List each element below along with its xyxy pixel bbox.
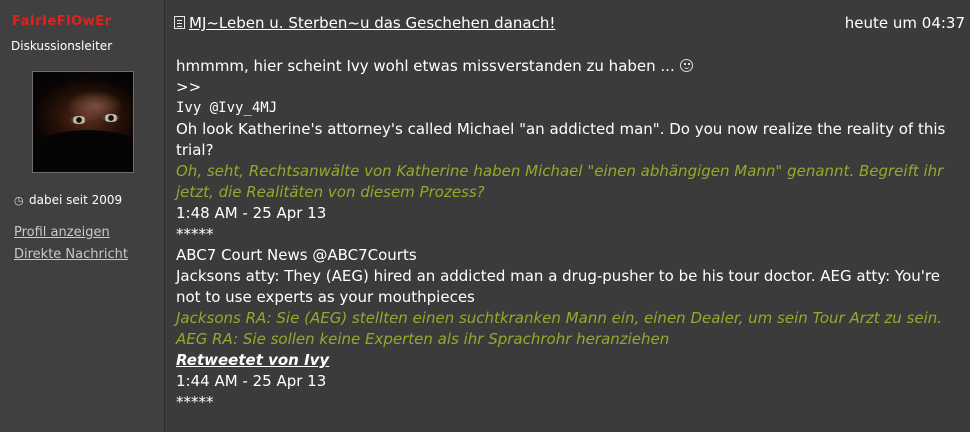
- separator: *****: [176, 393, 214, 411]
- avatar-eye: [103, 114, 119, 122]
- tweet2-text: Jacksons atty: They (AEG) hired an addic…: [176, 267, 940, 306]
- document-icon: [174, 16, 185, 29]
- separator: *****: [176, 225, 214, 243]
- tweet2-time: 1:44 AM - 25 Apr 13: [176, 372, 327, 390]
- tweet1-time: 1:48 AM - 25 Apr 13: [176, 204, 327, 222]
- quote-marker: >>: [176, 78, 202, 96]
- author-sidebar: FaIrIeFlOwEr Diskussionsleiter ◷ dabei se…: [0, 0, 165, 432]
- avatar-eye: [71, 116, 87, 124]
- direct-message-link[interactable]: Direkte Nachricht: [14, 247, 128, 262]
- avatar-hat: [33, 130, 133, 172]
- user-icon: ◷: [14, 194, 24, 207]
- member-since-text: dabei seit 2009: [29, 193, 123, 207]
- post-title-row: MJ~Leben u. Sterben~u das Geschehen dana…: [174, 14, 555, 32]
- tweet2-user: ABC7 Court News @ABC7Courts: [176, 246, 417, 264]
- tweet2-translation-1: Jacksons RA: Sie (AEG) stellten einen su…: [176, 309, 943, 327]
- intro-line: hmmmm, hier scheint Ivy wohl etwas missv…: [176, 56, 962, 77]
- smiley-icon: [679, 59, 693, 72]
- author-rank: Diskussionsleiter: [11, 39, 113, 53]
- intro-text: hmmmm, hier scheint Ivy wohl etwas missv…: [176, 57, 675, 75]
- post-content: hmmmm, hier scheint Ivy wohl etwas missv…: [176, 56, 962, 413]
- post-date: heute um 04:37: [844, 14, 965, 32]
- tweet1-translation: Oh, seht, Rechtsanwälte von Katherine ha…: [176, 162, 944, 201]
- avatar[interactable]: [32, 71, 134, 173]
- tweet1-text: Oh look Katherine's attorney's called Mi…: [176, 120, 946, 159]
- tweet1-user: Ivy @Ivy_4MJ: [176, 100, 278, 116]
- view-profile-link[interactable]: Profil anzeigen: [14, 225, 110, 240]
- author-username[interactable]: FaIrIeFlOwEr: [12, 14, 111, 29]
- post-body: MJ~Leben u. Sterben~u das Geschehen dana…: [166, 0, 970, 432]
- member-since: ◷ dabei seit 2009: [14, 193, 122, 207]
- tweet2-translation-2: AEG RA: Sie sollen keine Experten als ih…: [176, 330, 670, 348]
- retweet-label: Retweetet von Ivy: [176, 351, 330, 369]
- post-title-link[interactable]: MJ~Leben u. Sterben~u das Geschehen dana…: [189, 14, 555, 32]
